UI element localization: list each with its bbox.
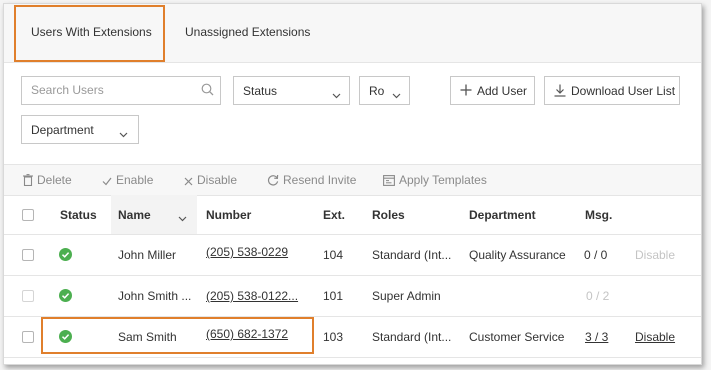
bulk-action-bar: Delete Enable Disable Resend Invite Appl… [4,164,701,196]
add-user-label: Add User [477,84,528,98]
apply-templates-label: Apply Templates [399,173,487,187]
sort-chevron-down-icon[interactable] [178,211,187,225]
disable-link[interactable]: Disable [635,248,675,262]
phone-number-link[interactable]: (205) 538-0122... [206,289,298,303]
plus-icon [460,84,472,99]
disable-link[interactable]: Disable [635,330,675,344]
status-filter[interactable]: Status [233,76,350,105]
row-checkbox[interactable] [22,331,34,343]
download-icon [554,84,566,100]
status-filter-label: Status [243,84,278,98]
apply-templates-action[interactable]: Apply Templates [383,173,487,187]
messages-count: 0 / 2 [586,289,610,303]
chevron-down-icon [392,88,401,102]
messages-count-link[interactable]: 3 / 3 [585,330,608,344]
column-header-msg[interactable]: Msg. [585,208,612,222]
roles-filter-label: Ro [369,84,385,98]
delete-label: Delete [37,173,72,187]
status-ok-icon [59,248,72,264]
extension: 104 [323,248,344,262]
disable-label: Disable [197,173,238,187]
x-icon [184,177,193,186]
download-user-list-button[interactable]: Download User List [544,76,680,105]
department-filter[interactable]: Department [21,115,139,144]
column-header-ext[interactable]: Ext. [323,208,345,222]
extension: 103 [323,330,344,344]
template-icon [383,175,395,186]
table-header: Status Name Number Ext. Roles Department… [4,195,701,235]
users-panel: Users With Extensions Unassigned Extensi… [3,3,702,365]
search-icon[interactable] [201,83,214,99]
enable-action[interactable]: Enable [102,173,153,187]
tab-unassigned-extensions[interactable]: Unassigned Extensions [185,4,310,60]
search-box[interactable] [21,76,221,105]
role: Super Admin [372,289,441,303]
download-user-list-label: Download User List [571,84,676,98]
check-icon [102,177,112,186]
enable-label: Enable [116,173,154,187]
add-user-button[interactable]: Add User [450,76,535,105]
status-ok-icon [59,289,72,305]
department: Quality Assurance [469,248,566,262]
department-filter-label: Department [31,123,94,137]
department: Customer Service [469,330,565,344]
column-header-roles[interactable]: Roles [372,208,405,222]
row-checkbox[interactable] [22,249,34,261]
messages-count: 0 / 0 [584,248,608,262]
disable-action[interactable]: Disable [184,173,237,187]
search-input[interactable] [31,83,191,97]
phone-number-link[interactable]: (205) 538-0229 [206,245,288,259]
column-header-department[interactable]: Department [469,208,536,222]
trash-icon [23,174,33,187]
column-header-number[interactable]: Number [206,208,251,222]
resend-invite-label: Resend Invite [283,173,357,187]
table-row[interactable]: John Smith ... (205) 538-0122... 101 Sup… [4,276,701,317]
table-row[interactable]: John Miller (205) 538-0229 104 Standard … [4,235,701,276]
row-checkbox[interactable] [22,290,34,302]
column-header-name[interactable]: Name [118,208,151,222]
extension: 101 [323,289,344,303]
column-header-status[interactable]: Status [60,208,97,222]
user-name: John Smith ... [118,289,192,303]
role: Standard (Int... [372,248,452,262]
resend-invite-action[interactable]: Resend Invite [267,173,356,187]
roles-filter[interactable]: Ro [359,76,410,105]
delete-action[interactable]: Delete [23,173,72,187]
select-all-checkbox[interactable] [22,209,34,221]
user-name: John Miller [118,248,177,262]
chevron-down-icon [332,88,341,102]
role: Standard (Int... [372,330,452,344]
highlight-box-tab [14,5,165,62]
refresh-icon [267,174,279,186]
highlight-box-row [41,317,314,354]
chevron-down-icon [119,127,128,141]
